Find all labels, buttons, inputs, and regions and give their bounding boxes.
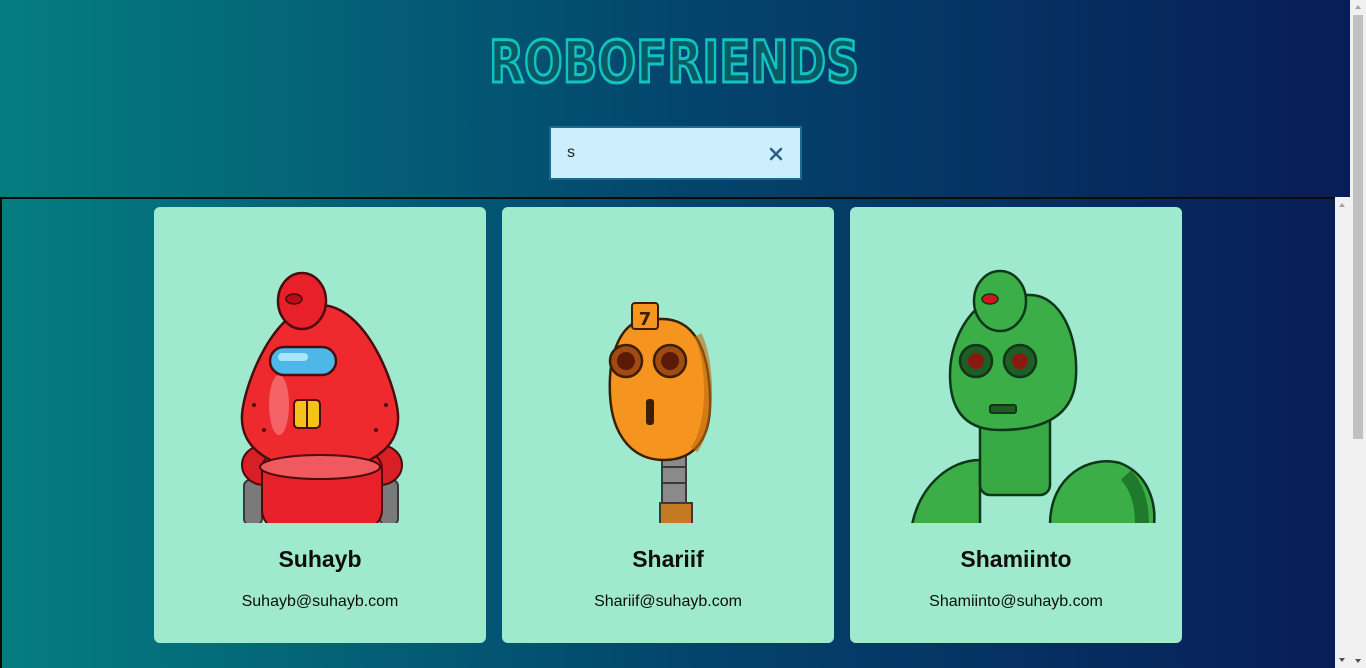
robot-image bbox=[911, 269, 1156, 523]
robot-email: Shariif@suhayb.com bbox=[594, 593, 742, 610]
svg-text:7: 7 bbox=[639, 309, 652, 330]
scroll-down-icon[interactable] bbox=[1339, 658, 1345, 662]
logo-text: ROBOFRIENDS bbox=[489, 30, 859, 86]
robot-name: Suhayb bbox=[278, 546, 362, 572]
robot-image bbox=[240, 271, 403, 523]
header: ROBOFRIENDS bbox=[0, 0, 1350, 197]
app-logo: ROBOFRIENDS bbox=[488, 30, 860, 86]
robot-card[interactable]: Shamiinto Shamiinto@suhayb.com bbox=[850, 207, 1182, 643]
close-icon[interactable] bbox=[767, 145, 785, 163]
robot-card[interactable]: 7 Shariif Shariif@suhayb.com bbox=[502, 207, 834, 643]
robot-card[interactable]: Suhayb Suhayb@suhayb.com bbox=[154, 207, 486, 643]
robot-email: Shamiinto@suhayb.com bbox=[929, 593, 1103, 610]
page-scrollbar[interactable] bbox=[1350, 0, 1366, 668]
list-scrollbar[interactable] bbox=[1335, 197, 1350, 668]
robot-image: 7 bbox=[608, 302, 712, 523]
scroll-up-icon[interactable] bbox=[1339, 203, 1345, 207]
robot-email: Suhayb@suhayb.com bbox=[241, 593, 399, 610]
scroll-up-icon[interactable] bbox=[1355, 5, 1361, 9]
robot-name: Shamiinto bbox=[960, 546, 1072, 572]
scroll-down-icon[interactable] bbox=[1355, 659, 1361, 663]
robot-name: Shariif bbox=[632, 546, 704, 572]
scrollbar-thumb[interactable] bbox=[1353, 15, 1363, 439]
search-box bbox=[549, 126, 802, 180]
search-input[interactable] bbox=[551, 128, 751, 178]
